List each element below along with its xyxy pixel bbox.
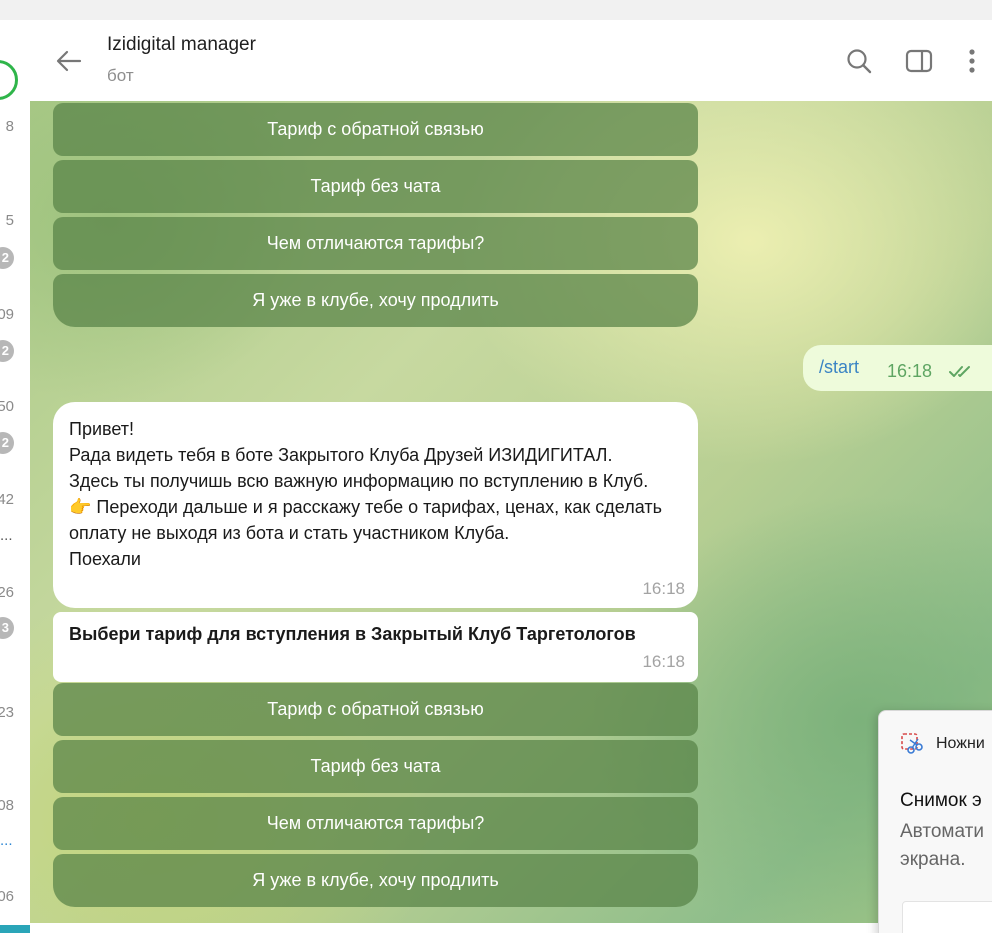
chat-list-time: 06: [0, 888, 14, 905]
more-menu-button[interactable]: [958, 46, 988, 76]
keyboard-button[interactable]: Тариф без чата: [53, 160, 698, 213]
more-vertical-icon: [969, 49, 975, 73]
notification-body: Автомати экрана.: [900, 821, 984, 870]
notification-preview[interactable]: [902, 901, 992, 933]
chat-list-time: 09: [0, 306, 14, 323]
chat-list-preview: ...: [0, 832, 13, 849]
keyboard-button[interactable]: Чем отличаются тарифы?: [53, 217, 698, 270]
unread-badge: 2: [0, 247, 14, 269]
chat-list-time: 8: [5, 118, 14, 135]
double-check-icon: [949, 366, 970, 377]
chat-list-time: 23: [0, 704, 14, 721]
message-text: Выбери тариф для вступления в Закрытый К…: [69, 624, 636, 644]
keyboard-button[interactable]: Тариф с обратной связью: [53, 103, 698, 156]
search-button[interactable]: [844, 46, 874, 76]
keyboard-button[interactable]: Я уже в клубе, хочу продлить: [53, 274, 698, 327]
chat-list-time: 5: [5, 212, 14, 229]
notification-title: Снимок э: [900, 790, 982, 811]
keyboard-button[interactable]: Тариф с обратной связью: [53, 683, 698, 736]
arrow-left-icon: [56, 50, 82, 72]
snip-notification[interactable]: Ножни Снимок э Автомати экрана.: [878, 710, 992, 933]
sidebar-toggle-button[interactable]: [904, 46, 934, 76]
chat-list-preview: ...: [0, 527, 13, 544]
sidebar-icon: [905, 49, 933, 73]
keyboard-button[interactable]: Я уже в клубе, хочу продлить: [53, 854, 698, 907]
unread-badge: 2: [0, 432, 14, 454]
unread-badge: 3: [0, 617, 14, 639]
message-time: 16:18: [887, 361, 933, 381]
strip-accent: [0, 925, 30, 933]
chat-list-time: 08: [0, 797, 14, 814]
outgoing-message[interactable]: /start 16:18: [803, 345, 992, 391]
chat-header: Izidigital manager бот: [30, 20, 992, 101]
notification-app-name: Ножни: [936, 735, 985, 752]
incoming-message[interactable]: Выбери тариф для вступления в Закрытый К…: [53, 612, 698, 682]
unread-badge: 2: [0, 340, 14, 362]
message-input-bar: [30, 923, 992, 933]
message-text: Привет! Рада видеть тебя в боте Закрытог…: [69, 419, 662, 569]
back-button[interactable]: [54, 46, 84, 76]
incoming-message[interactable]: Привет! Рада видеть тебя в боте Закрытог…: [53, 402, 698, 608]
search-icon: [847, 49, 872, 74]
keyboard-button[interactable]: Чем отличаются тарифы?: [53, 797, 698, 850]
scissors-icon: [901, 733, 923, 754]
chat-subtitle: бот: [107, 66, 134, 85]
chat-list-strip: 8 5 2 09 2 50 2 42 ... 26 3 23 08 ... 06: [0, 20, 30, 933]
keyboard-button[interactable]: Тариф без чата: [53, 740, 698, 793]
message-time: 16:18: [642, 579, 685, 598]
chat-list-time: 26: [0, 584, 14, 601]
start-command-link[interactable]: /start: [819, 357, 859, 378]
chat-list-time: 50: [0, 398, 14, 415]
message-time: 16:18: [642, 652, 685, 671]
chat-title[interactable]: Izidigital manager: [107, 34, 256, 56]
chat-area: Тариф с обратной связью Тариф без чата Ч…: [30, 101, 992, 923]
chat-list-time: 42: [0, 491, 14, 508]
chat-avatar[interactable]: [0, 60, 18, 100]
